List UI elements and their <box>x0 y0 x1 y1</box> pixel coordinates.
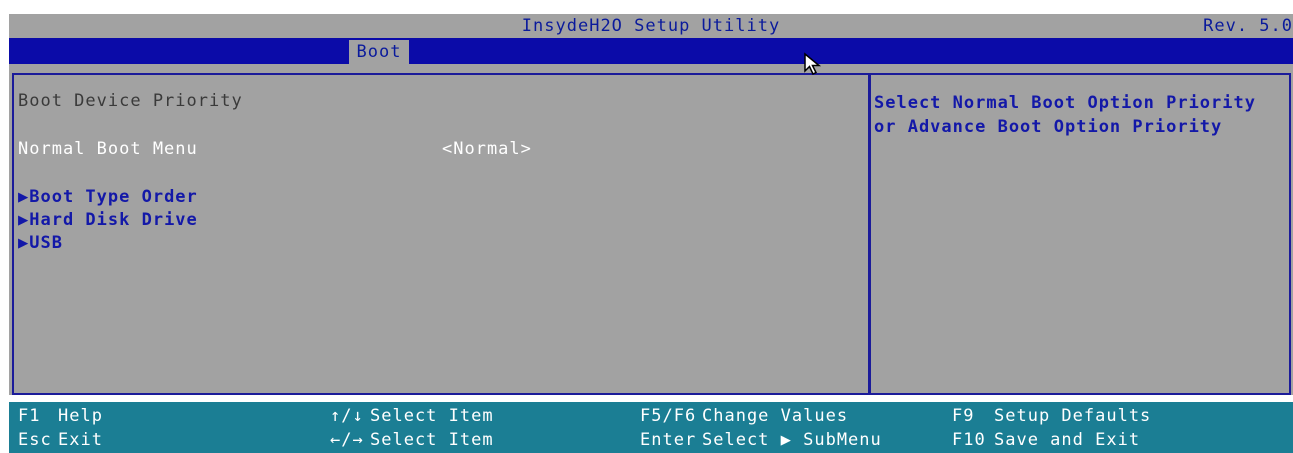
footer-save-exit: F10 Save and Exit <box>952 430 1140 450</box>
revision-label: Rev. 5.0 <box>1203 16 1293 36</box>
section-title: Boot Device Priority <box>18 91 243 111</box>
tab-bar: Boot <box>9 38 1293 64</box>
action-select-submenu: Select ▶ SubMenu <box>702 430 882 450</box>
help-text: Select Normal Boot Option Priority or Ad… <box>874 93 1256 137</box>
submenu-arrow-icon: ▶ <box>18 187 30 207</box>
bios-screen: InsydeH2O Setup Utility Rev. 5.0 Boot Bo… <box>0 0 1293 453</box>
settings-panel: Boot Device Priority Normal Boot Menu <N… <box>12 73 870 395</box>
key-esc: Esc <box>18 430 52 450</box>
key-enter: Enter <box>640 430 697 450</box>
submenu-hard-disk-drive[interactable]: ▶Hard Disk Drive <box>18 210 198 230</box>
normal-boot-menu-value[interactable]: <Normal> <box>442 139 532 159</box>
footer-select-item-leftright: ←/→ Select Item <box>330 430 494 450</box>
submenu-label: Hard Disk Drive <box>29 210 198 230</box>
tab-boot[interactable]: Boot <box>349 40 409 64</box>
footer-exit: Esc Exit <box>18 430 103 450</box>
footer-key-legend: F1 Help Esc Exit ↑/↓ Select Item ←/→ Select … <box>9 402 1293 453</box>
submenu-label: USB <box>29 233 63 253</box>
main-area: Boot Device Priority Normal Boot Menu <N… <box>9 64 1293 395</box>
submenu-arrow-icon: ▶ <box>18 210 30 230</box>
key-f1: F1 <box>18 406 41 426</box>
action-setup-defaults: Setup Defaults <box>994 406 1152 426</box>
title-bar: InsydeH2O Setup Utility Rev. 5.0 <box>9 14 1293 38</box>
action-select-item: Select Item <box>370 406 494 426</box>
footer-help: F1 Help <box>18 406 103 426</box>
submenu-usb[interactable]: ▶USB <box>18 233 63 253</box>
submenu-boot-type-order[interactable]: ▶Boot Type Order <box>18 187 198 207</box>
mouse-pointer-icon <box>804 52 822 76</box>
key-leftright: ←/→ <box>330 430 364 450</box>
key-updown: ↑/↓ <box>330 406 364 426</box>
footer-change-values: F5/F6 Change Values <box>640 406 848 426</box>
footer-select-submenu: Enter Select ▶ SubMenu <box>640 430 882 450</box>
key-f9: F9 <box>952 406 975 426</box>
footer-select-item-updown: ↑/↓ Select Item <box>330 406 494 426</box>
action-exit: Exit <box>58 430 103 450</box>
action-help: Help <box>58 406 103 426</box>
key-f5f6: F5/F6 <box>640 406 697 426</box>
action-change-values: Change Values <box>702 406 849 426</box>
action-select-item: Select Item <box>370 430 494 450</box>
key-f10: F10 <box>952 430 986 450</box>
submenu-label: Boot Type Order <box>29 187 198 207</box>
action-save-exit: Save and Exit <box>994 430 1141 450</box>
normal-boot-menu-label[interactable]: Normal Boot Menu <box>18 139 198 159</box>
submenu-arrow-icon: ▶ <box>18 233 30 253</box>
help-panel: Select Normal Boot Option Priority or Ad… <box>869 73 1291 395</box>
footer-setup-defaults: F9 Setup Defaults <box>952 406 1151 426</box>
app-title: InsydeH2O Setup Utility <box>521 16 781 36</box>
